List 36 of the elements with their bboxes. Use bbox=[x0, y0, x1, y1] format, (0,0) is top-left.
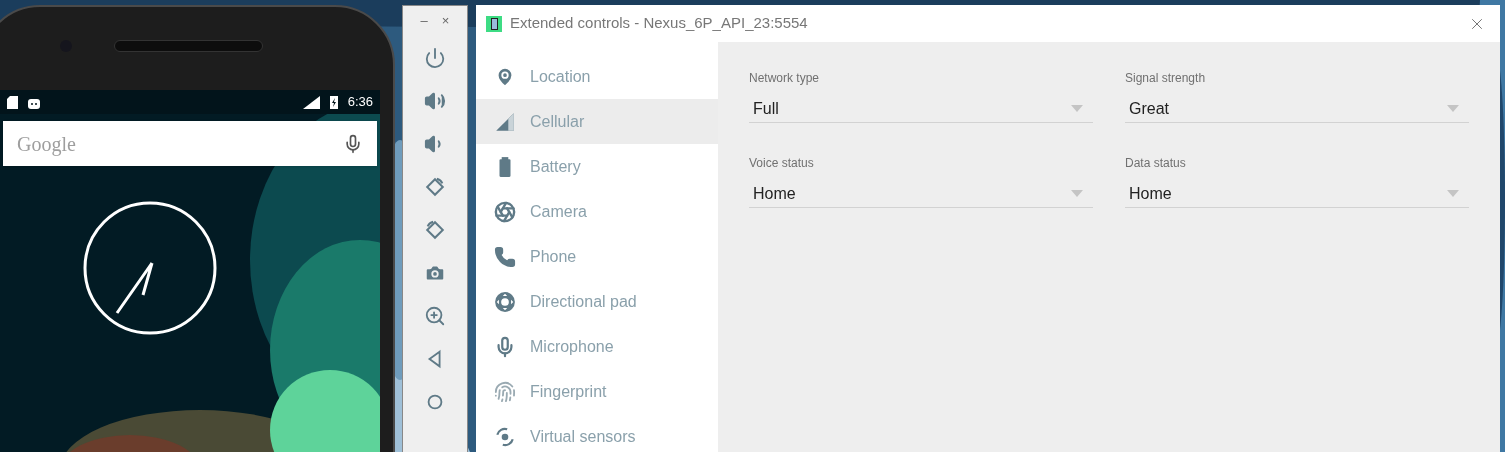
dropdown[interactable]: Full bbox=[749, 95, 1093, 123]
fingerprint-icon bbox=[494, 380, 516, 403]
field-label: Signal strength bbox=[1125, 70, 1207, 87]
sd-card-icon bbox=[7, 95, 18, 109]
minimize-button[interactable]: – bbox=[420, 14, 428, 27]
signal-icon bbox=[494, 110, 516, 133]
field-label: Network type bbox=[749, 70, 821, 87]
analog-clock-icon bbox=[83, 201, 217, 335]
search-field[interactable]: Google bbox=[3, 121, 377, 166]
dropdown-caret-icon bbox=[1447, 190, 1459, 197]
close-button[interactable]: × bbox=[441, 14, 450, 27]
dropdown-caret-icon bbox=[1071, 105, 1083, 112]
clock-time: 6:36 bbox=[347, 93, 373, 112]
phone-app-icon bbox=[486, 15, 502, 32]
dropdown-caret-icon bbox=[1447, 105, 1459, 112]
rotation-icon bbox=[494, 425, 516, 448]
window-title: Extended controls - Nexus_6P_API_23:5554 bbox=[510, 13, 809, 34]
dpad-icon bbox=[494, 290, 516, 313]
sidebar-item[interactable]: Cellular bbox=[476, 99, 718, 144]
phone-icon bbox=[494, 245, 516, 268]
dropdown-caret-icon bbox=[1071, 190, 1083, 197]
field-label: Data status bbox=[1125, 155, 1187, 172]
dropdown[interactable]: Home bbox=[1125, 180, 1469, 208]
microphone-icon bbox=[494, 335, 516, 358]
signal-icon bbox=[302, 95, 320, 109]
rotate-left-icon[interactable] bbox=[424, 219, 446, 241]
dropdown[interactable]: Home bbox=[749, 180, 1093, 208]
zoom-icon[interactable] bbox=[424, 305, 446, 327]
battery-icon bbox=[329, 95, 338, 109]
volume-up-icon[interactable] bbox=[424, 90, 446, 112]
field-label: Voice status bbox=[749, 155, 815, 172]
aperture-icon bbox=[494, 200, 516, 223]
microphone-icon[interactable] bbox=[343, 133, 363, 154]
dropdown[interactable]: Great bbox=[1125, 95, 1469, 123]
rotate-right-icon[interactable] bbox=[424, 176, 446, 198]
power-icon[interactable] bbox=[424, 47, 446, 69]
